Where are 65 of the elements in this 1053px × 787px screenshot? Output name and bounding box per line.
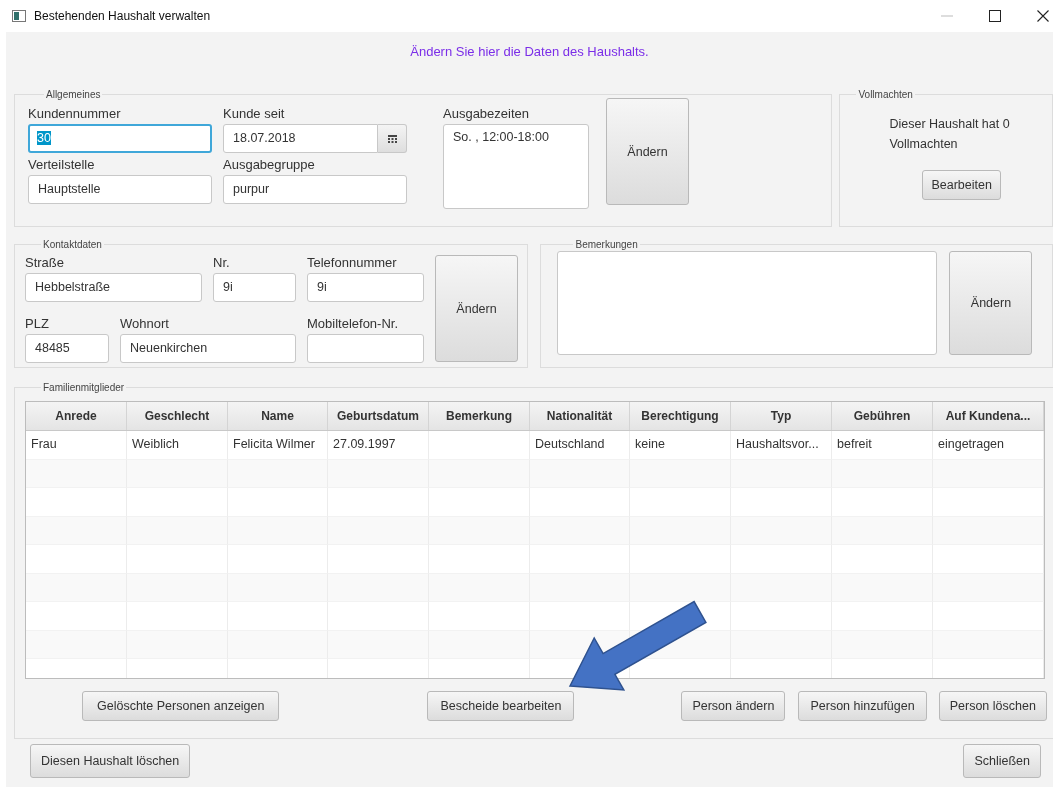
group-title: Allgemeines xyxy=(45,89,102,100)
column-header[interactable]: Geschlecht xyxy=(127,402,228,430)
text-field[interactable]: 48485 xyxy=(25,333,109,363)
field-label: Straße xyxy=(25,255,65,271)
date-field[interactable]: 18.07.2018 xyxy=(223,124,378,153)
column-header[interactable]: Nationalität xyxy=(530,402,630,430)
field-label: Ausgabezeiten xyxy=(443,106,530,122)
text-field[interactable]: 9i xyxy=(213,273,296,302)
column-header[interactable]: Bemerkung xyxy=(429,402,530,430)
group-title: Bemerkungen xyxy=(574,239,639,250)
action-button[interactable]: Gelöschte Personen anzeigen xyxy=(82,691,280,721)
table-cell: keine xyxy=(630,431,731,460)
column-header[interactable]: Name xyxy=(228,402,328,430)
field-label: Kundennummer xyxy=(28,106,122,122)
field-label: Ausgabegruppe xyxy=(223,157,316,173)
text-field[interactable] xyxy=(307,333,424,363)
table-cell: Weiblich xyxy=(127,431,228,460)
action-button[interactable]: Person hinzufügen xyxy=(798,691,927,721)
field-label: Telefonnummer xyxy=(307,255,398,271)
table-cell: 27.09.1997 xyxy=(328,431,429,460)
column-header[interactable]: Anrede xyxy=(26,402,127,430)
column-header[interactable]: Geburtsdatum xyxy=(328,402,429,430)
field-label: Wohnort xyxy=(120,315,170,332)
edit-button[interactable]: Bearbeiten xyxy=(922,170,1001,200)
group-title: Vollmachten xyxy=(857,89,914,100)
calendar-icon xyxy=(387,134,397,143)
column-header[interactable]: Typ xyxy=(731,402,832,430)
action-button[interactable]: Diesen Haushalt löschen xyxy=(30,744,191,778)
action-button[interactable]: Schließen xyxy=(963,744,1041,778)
text-field[interactable]: purpur xyxy=(223,175,407,204)
info-message: Ändern Sie hier die Daten des Haushalts. xyxy=(409,43,650,61)
column-header[interactable]: Auf Kundena... xyxy=(933,402,1044,430)
text-field[interactable]: Hauptstelle xyxy=(28,175,212,204)
field-label: Verteilstelle xyxy=(28,157,96,173)
text-field[interactable]: Neuenkirchen xyxy=(120,333,296,363)
authorization-text: Dieser Haushalt hat 0 Vollmachten xyxy=(889,116,1011,153)
field-label: Kunde seit xyxy=(223,106,286,122)
action-button[interactable]: Person löschen xyxy=(938,691,1047,721)
text-field[interactable]: Hebbelstraße xyxy=(25,273,202,302)
list-item[interactable]: So. , 12:00-18:00 xyxy=(453,130,579,144)
group-title: Kontaktdaten xyxy=(42,239,103,250)
group-title: Familienmitglieder xyxy=(42,382,126,393)
change-button[interactable]: Ändern xyxy=(435,255,518,362)
table-cell: Felicita Wilmer xyxy=(228,431,328,460)
table-cell: befreit xyxy=(832,431,933,460)
calendar-button[interactable] xyxy=(378,124,407,153)
change-button[interactable]: Ändern xyxy=(949,251,1033,355)
remarks-field[interactable] xyxy=(557,251,938,355)
action-button[interactable]: Person ändern xyxy=(681,691,786,721)
close-icon xyxy=(1037,10,1049,22)
table-cell: Frau xyxy=(26,431,127,460)
field-label: Nr. xyxy=(213,255,231,271)
app-icon xyxy=(12,10,26,22)
column-header[interactable]: Gebühren xyxy=(832,402,933,430)
table-cell: Haushaltsvor... xyxy=(731,431,832,460)
field-label: PLZ xyxy=(25,315,50,332)
maximize-icon xyxy=(989,10,1001,22)
table-cell: Deutschland xyxy=(530,431,630,460)
window-title: Bestehenden Haushalt verwalten xyxy=(34,9,212,23)
change-button[interactable]: Ändern xyxy=(606,98,689,205)
text-field[interactable]: 9i xyxy=(307,273,424,302)
table-cell: eingetragen xyxy=(933,431,1044,460)
field-label: Mobiltelefon-Nr. xyxy=(307,315,400,332)
action-button[interactable]: Bescheide bearbeiten xyxy=(427,691,575,721)
column-header[interactable]: Berechtigung xyxy=(630,402,731,430)
